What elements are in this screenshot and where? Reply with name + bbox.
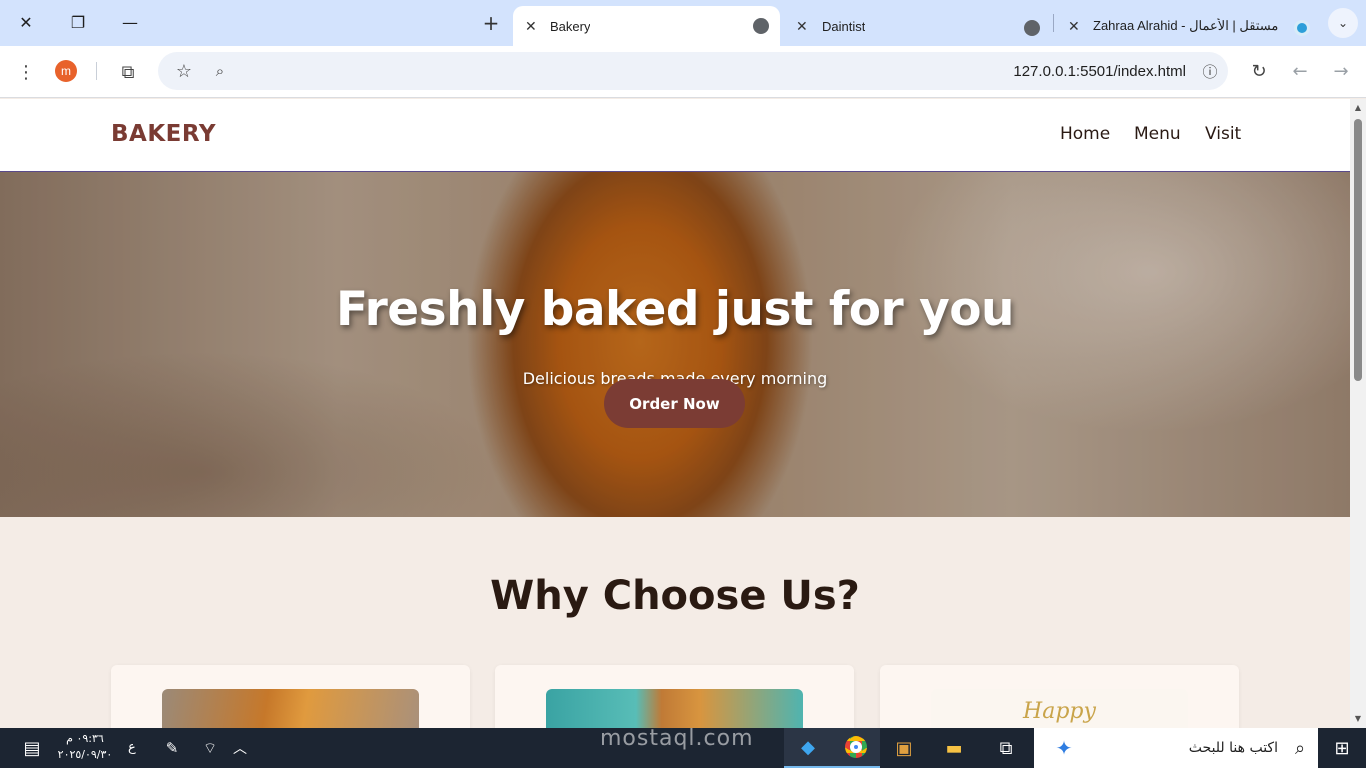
nav-link-visit[interactable]: Visit [1205,124,1241,144]
page-scrollbar[interactable]: ▲ ▼ [1350,99,1366,728]
feature-card [111,665,470,728]
scroll-up-arrow-icon[interactable]: ▲ [1353,103,1363,113]
show-hidden-icons-chevron[interactable]: ︿ [216,728,264,768]
toolbar-divider [96,62,97,80]
site-info-icon[interactable]: ⓘ [1196,57,1224,85]
watermark: mostaql.com [600,726,754,751]
reload-icon[interactable]: ↻ [1245,57,1273,85]
tab-close-icon[interactable]: ✕ [525,18,537,35]
scroll-thumb[interactable] [1354,119,1362,381]
section-title: Why Choose Us? [490,573,860,619]
nav-link-home[interactable]: Home [1060,124,1110,144]
profile-avatar[interactable]: m [55,60,77,82]
tab-daintist[interactable]: ✕ Daintist [784,6,1052,46]
feature-card: Happy [880,665,1239,728]
tab-mostaql[interactable]: ✕ Zahraa Alrahid - مستقل | ‫الأعمال [1058,6,1320,46]
close-window-icon[interactable]: ✕ [10,8,42,36]
card-image-text: Happy [1023,699,1096,724]
site-header: BAKERY Home Menu Visit [0,99,1350,172]
tab-search-chevron-icon[interactable]: ⌄ [1328,8,1358,38]
globe-icon [753,18,769,34]
scroll-down-arrow-icon[interactable]: ▼ [1353,714,1363,724]
taskbar-clock[interactable]: ٠٩:٣٦ م ٢٠٢٥/٠٩/٣٠ [52,731,118,763]
tab-close-icon[interactable]: ✕ [1068,18,1080,35]
card-image-happy-sign: Happy [931,689,1188,728]
hero-section: Freshly baked just for you Delicious bre… [0,172,1350,517]
taskbar-search-placeholder[interactable]: اكتب هنا للبحث [1189,740,1278,756]
extensions-puzzle-icon[interactable]: ⧉ [114,58,142,86]
globe-icon [1024,20,1040,36]
tab-label: Daintist [822,18,866,34]
task-view-icon[interactable]: ⧉ [982,728,1030,768]
tab-label: Bakery [550,18,591,34]
hero-title: Freshly baked just for you [336,282,1014,337]
tab-separator [1053,14,1054,32]
chrome-icon[interactable] [832,728,880,768]
vscode-icon[interactable]: ◆ [784,728,832,768]
notifications-icon[interactable]: ▤ [8,728,56,768]
page-viewport: BAKERY Home Menu Visit Freshly baked jus… [0,99,1350,728]
back-arrow-icon[interactable]: ← [1286,57,1314,85]
site-logo[interactable]: BAKERY [111,121,216,147]
tab-strip: ✕ ❐ — + ✕ Bakery ✕ Daintist ✕ Zahraa Alr… [0,0,1366,46]
tab-label: Zahraa Alrahid - مستقل | ‫الأعمال [1093,18,1279,33]
feature-card [495,665,854,728]
tab-close-icon[interactable]: ✕ [796,18,808,35]
restore-window-icon[interactable]: ❐ [62,8,94,36]
windows-start-icon[interactable]: ⊞ [1318,728,1366,768]
minimize-window-icon[interactable]: — [114,8,146,36]
clock-time: ٠٩:٣٦ م [66,732,104,745]
clock-date: ٢٠٢٥/٠٩/٣٠ [57,748,113,761]
file-explorer-icon[interactable]: ▬ [930,728,978,768]
hero-background-image [0,172,1350,517]
order-now-button[interactable]: Order Now [604,379,745,428]
zoom-magnifier-icon[interactable]: ⌕ [206,57,234,85]
language-indicator[interactable]: ع [128,740,136,755]
forward-arrow-icon[interactable]: → [1327,57,1355,85]
bookmark-star-icon[interactable]: ☆ [170,57,198,85]
nav-link-menu[interactable]: Menu [1134,124,1181,144]
new-tab-button[interactable]: + [478,10,504,36]
card-image-pastries [546,689,803,728]
search-icon[interactable]: ⌕ [1276,728,1324,768]
mostaql-favicon-icon [1294,20,1310,36]
menu-kebab-icon[interactable]: ⋮ [12,58,40,86]
sparkle-icon: ✦ [1055,736,1073,760]
app-icon[interactable]: ▣ [880,728,928,768]
url-text[interactable]: 127.0.0.1:5501/index.html [1013,63,1186,80]
card-image-croissant [162,689,419,728]
tab-bakery[interactable]: ✕ Bakery [513,6,780,46]
